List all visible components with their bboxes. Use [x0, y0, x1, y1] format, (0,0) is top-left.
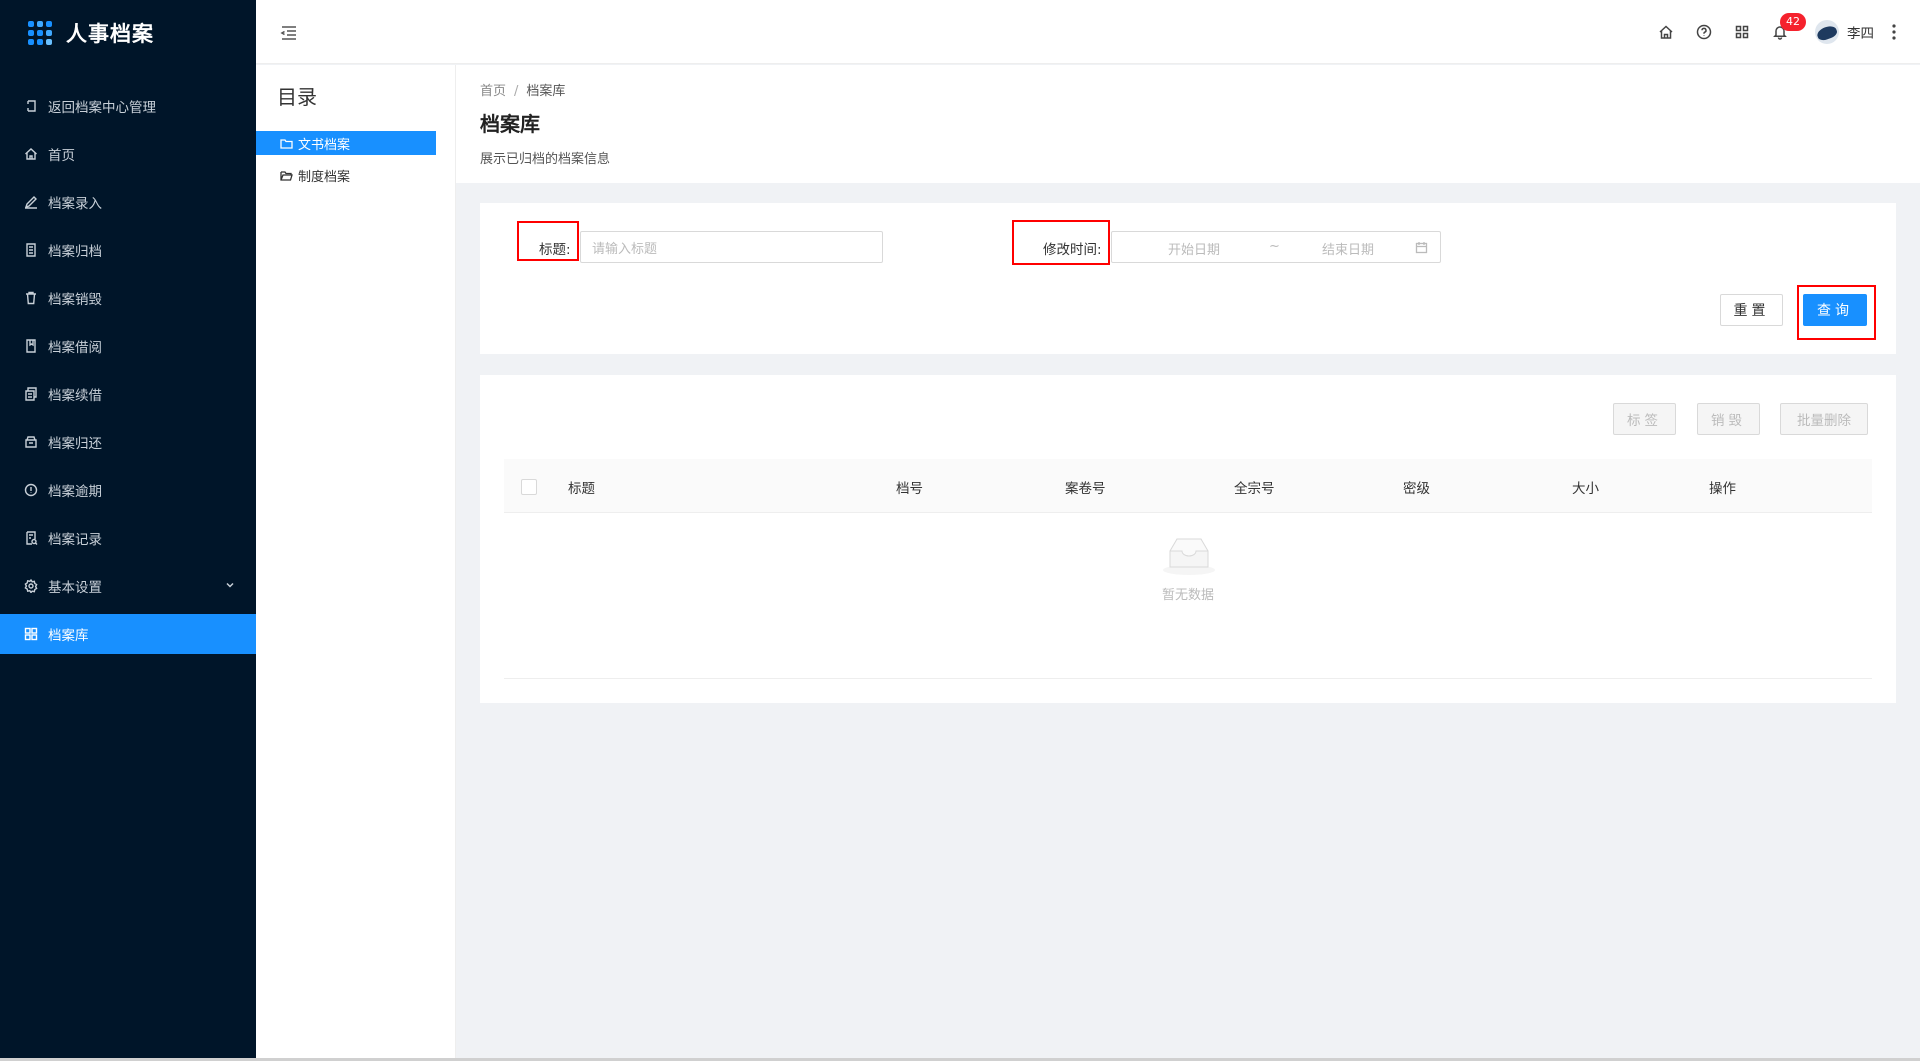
directory-tree: 目录 文书档案 制度档案	[256, 65, 456, 1061]
archive-table-card: 标签 销毁 批量删除 标题 档号 案卷号 全宗号 密级 大小 操作 暂无数据	[480, 375, 1896, 703]
start-date-input[interactable]: 开始日期	[1168, 239, 1220, 258]
sidebar-menu: 返回档案中心管理 首页 档案录入 档案归档 档案销毁 档案借阅 档案续借 档案归…	[0, 82, 256, 654]
chevron-down-icon	[224, 579, 236, 595]
sidebar-item-return-archive[interactable]: 档案归还	[0, 418, 256, 466]
gear-icon	[24, 579, 38, 593]
title-input-placeholder: 请输入标题	[592, 241, 658, 257]
empty-state: 暂无数据	[480, 513, 1896, 679]
date-range-separator: ~	[1269, 239, 1280, 254]
sidebar-item-borrow[interactable]: 档案借阅	[0, 322, 256, 370]
breadcrumb-current: 档案库	[526, 84, 566, 99]
reset-button[interactable]: 重置	[1720, 294, 1783, 326]
tree-node-label: 制度档案	[298, 169, 351, 185]
top-header: 42 李四	[256, 0, 1920, 64]
alert-circle-icon	[24, 483, 38, 497]
sidebar-item-label: 档案录入	[48, 196, 102, 212]
tag-button[interactable]: 标签	[1613, 403, 1676, 435]
avatar[interactable]	[1815, 20, 1839, 44]
batch-delete-button[interactable]: 批量删除	[1780, 403, 1868, 435]
header-actions: 42 李四	[1647, 0, 1908, 64]
sidebar-item-label: 档案归档	[48, 244, 102, 260]
sidebar-item-label: 返回档案中心管理	[48, 100, 156, 116]
table-bottom-divider	[504, 678, 1872, 679]
box-icon	[24, 435, 38, 449]
app-title: 人事档案	[66, 22, 154, 46]
highlight-box-time	[1012, 220, 1110, 265]
menu-fold-icon[interactable]	[280, 24, 298, 42]
end-date-input[interactable]: 结束日期	[1322, 239, 1374, 258]
highlight-box-title	[517, 221, 579, 261]
sidebar-item-label: 档案记录	[48, 532, 102, 548]
search-form: 标题: 请输入标题 修改时间: 开始日期 ~ 结束日期 重置 查询	[480, 203, 1896, 354]
home-icon	[24, 147, 38, 161]
tree-node-label: 文书档案	[298, 137, 351, 153]
sidebar-item-settings[interactable]: 基本设置	[0, 562, 256, 610]
notification-badge: 42	[1780, 13, 1806, 31]
copy-icon	[24, 387, 38, 401]
sidebar-item-destroy[interactable]: 档案销毁	[0, 274, 256, 322]
sidebar-item-renew[interactable]: 档案续借	[0, 370, 256, 418]
sidebar-item-label: 档案库	[48, 628, 89, 644]
sidebar-item-entry[interactable]: 档案录入	[0, 178, 256, 226]
sidebar: 人事档案 返回档案中心管理 首页 档案录入 档案归档 档案销毁 档案借阅 档案续…	[0, 0, 256, 1061]
column-header-actions: 操作	[1709, 481, 1736, 497]
home-icon[interactable]	[1647, 0, 1685, 64]
tree-title: 目录	[277, 85, 317, 109]
sidebar-item-label: 档案逾期	[48, 484, 102, 500]
empty-inbox-icon	[1163, 538, 1215, 575]
select-all-checkbox[interactable]	[521, 479, 537, 495]
column-header-volume-no[interactable]: 案卷号	[1065, 477, 1106, 497]
column-header-security[interactable]: 密级	[1403, 477, 1430, 497]
sidebar-item-library[interactable]: 档案库	[0, 614, 256, 654]
sidebar-item-home[interactable]: 首页	[0, 130, 256, 178]
folder-icon	[280, 138, 293, 149]
sidebar-item-label: 基本设置	[48, 580, 102, 596]
breadcrumb-separator: /	[514, 84, 519, 99]
more-vertical-icon[interactable]	[1880, 0, 1908, 64]
column-header-size[interactable]: 大小	[1572, 477, 1599, 497]
calendar-icon	[1415, 242, 1428, 254]
highlight-box-query	[1797, 285, 1876, 340]
book-icon	[24, 339, 38, 353]
sidebar-item-overdue[interactable]: 档案逾期	[0, 466, 256, 514]
tree-node-documents[interactable]: 文书档案	[256, 131, 436, 155]
sidebar-item-return[interactable]: 返回档案中心管理	[0, 82, 256, 130]
column-header-fonds-no[interactable]: 全宗号	[1234, 477, 1275, 497]
notification-bell-icon[interactable]: 42	[1761, 0, 1806, 64]
destroy-button[interactable]: 销毁	[1697, 403, 1760, 435]
column-header-file-no[interactable]: 档号	[896, 477, 923, 497]
empty-text: 暂无数据	[1161, 588, 1214, 603]
sidebar-item-label: 档案续借	[48, 388, 102, 404]
return-icon	[24, 99, 38, 113]
trash-icon	[24, 291, 38, 305]
sidebar-item-label: 档案借阅	[48, 340, 102, 356]
file-icon	[24, 243, 38, 257]
app-grid-icon	[28, 21, 52, 45]
folder-open-icon	[280, 170, 293, 181]
sidebar-item-records[interactable]: 档案记录	[0, 514, 256, 562]
apps-grid-icon[interactable]	[1723, 0, 1761, 64]
grid-icon	[24, 627, 38, 641]
record-icon	[24, 531, 38, 545]
edit-icon	[24, 195, 38, 209]
date-range-picker[interactable]: 开始日期 ~ 结束日期	[1111, 231, 1441, 263]
page-header: 首页 / 档案库 档案库 展示已归档的档案信息	[456, 65, 1920, 183]
sidebar-item-label: 档案销毁	[48, 292, 102, 308]
table-header: 标题 档号 案卷号 全宗号 密级 大小 操作	[504, 459, 1872, 513]
title-input[interactable]: 请输入标题	[580, 231, 883, 263]
tree-node-regulations[interactable]: 制度档案	[256, 163, 436, 187]
sidebar-item-label: 首页	[48, 148, 75, 164]
page-title: 档案库	[480, 112, 540, 136]
breadcrumb: 首页 / 档案库	[480, 80, 565, 99]
sidebar-item-archive[interactable]: 档案归档	[0, 226, 256, 274]
user-name[interactable]: 李四	[1847, 22, 1874, 42]
sidebar-item-label: 档案归还	[48, 436, 102, 452]
breadcrumb-home[interactable]: 首页	[480, 84, 506, 99]
app-logo[interactable]: 人事档案	[0, 0, 256, 66]
page-description: 展示已归档的档案信息	[480, 152, 611, 167]
help-icon[interactable]	[1685, 0, 1723, 64]
column-header-title[interactable]: 标题	[568, 477, 595, 497]
